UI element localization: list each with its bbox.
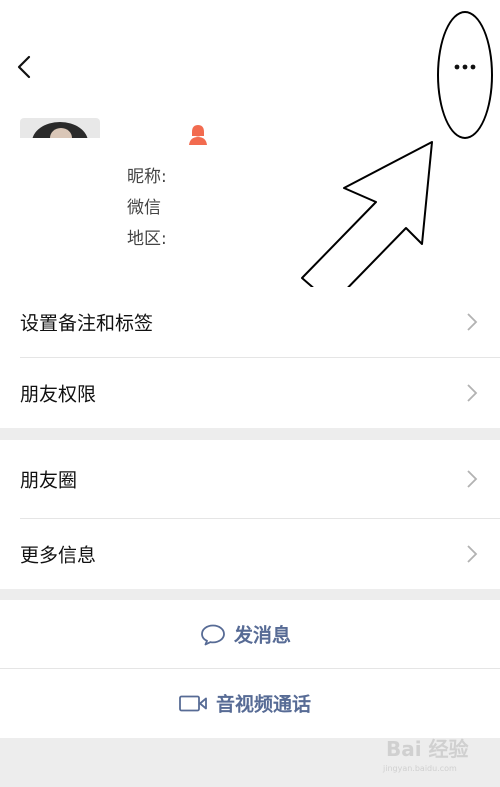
nickname-label: 昵称: bbox=[127, 167, 167, 187]
chevron-right-icon bbox=[467, 384, 478, 402]
video-call-label: 音视频通话 bbox=[216, 693, 312, 716]
avatar[interactable] bbox=[20, 118, 100, 138]
info-section: 朋友圈 更多信息 bbox=[0, 440, 500, 589]
highlight-oval bbox=[437, 11, 493, 139]
chevron-right-icon bbox=[467, 470, 478, 488]
row-more-info[interactable]: 更多信息 bbox=[0, 519, 500, 589]
row-moments[interactable]: 朋友圈 bbox=[0, 444, 500, 514]
region-label: 地区: bbox=[127, 229, 167, 249]
video-call-button[interactable]: 音视频通话 bbox=[0, 669, 500, 737]
video-camera-icon bbox=[179, 695, 207, 711]
female-user-icon bbox=[189, 125, 207, 145]
pointer-arrow-annotation bbox=[301, 141, 433, 305]
watermark-logo: Bai 经验 bbox=[386, 737, 469, 761]
chevron-right-icon bbox=[467, 545, 478, 563]
actions-section: 发消息 音视频通话 bbox=[0, 600, 500, 738]
row-remark-tags[interactable]: 设置备注和标签 bbox=[0, 287, 500, 357]
back-icon[interactable] bbox=[12, 54, 38, 80]
row-label: 朋友权限 bbox=[20, 383, 97, 406]
row-label: 设置备注和标签 bbox=[20, 312, 154, 335]
send-message-content: 发消息 bbox=[200, 621, 291, 648]
row-label: 更多信息 bbox=[20, 544, 97, 567]
settings-section: 设置备注和标签 朋友权限 bbox=[0, 287, 500, 428]
wechat-id-label: 微信 bbox=[127, 198, 161, 218]
row-label: 朋友圈 bbox=[20, 469, 78, 492]
watermark-url: jingyan.baidu.com bbox=[383, 764, 457, 773]
chat-bubble-icon bbox=[201, 624, 225, 645]
video-call-content: 音视频通话 bbox=[178, 690, 311, 717]
send-message-button[interactable]: 发消息 bbox=[0, 600, 500, 668]
row-friend-permissions[interactable]: 朋友权限 bbox=[0, 358, 500, 428]
profile-card: 昵称: 微信 地区: bbox=[0, 0, 500, 305]
send-message-label: 发消息 bbox=[234, 624, 292, 647]
chevron-right-icon bbox=[467, 313, 478, 331]
